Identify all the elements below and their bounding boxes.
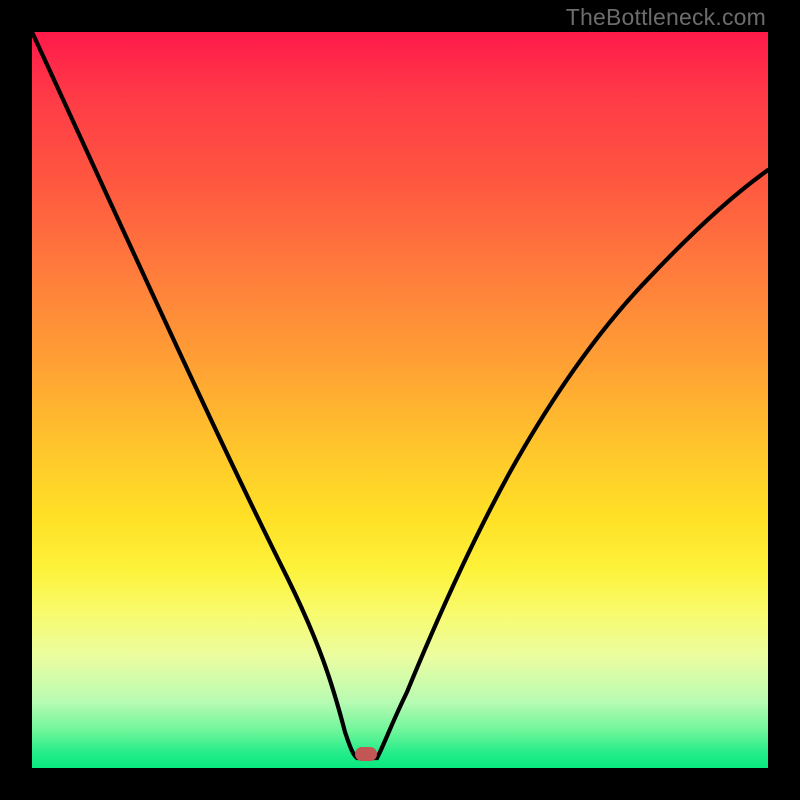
chart-frame: TheBottleneck.com [0,0,800,800]
bottleneck-curve [32,32,768,768]
curve-path [32,32,768,758]
min-marker [355,747,377,761]
watermark-text: TheBottleneck.com [566,4,766,31]
chart-plot-area [32,32,768,768]
